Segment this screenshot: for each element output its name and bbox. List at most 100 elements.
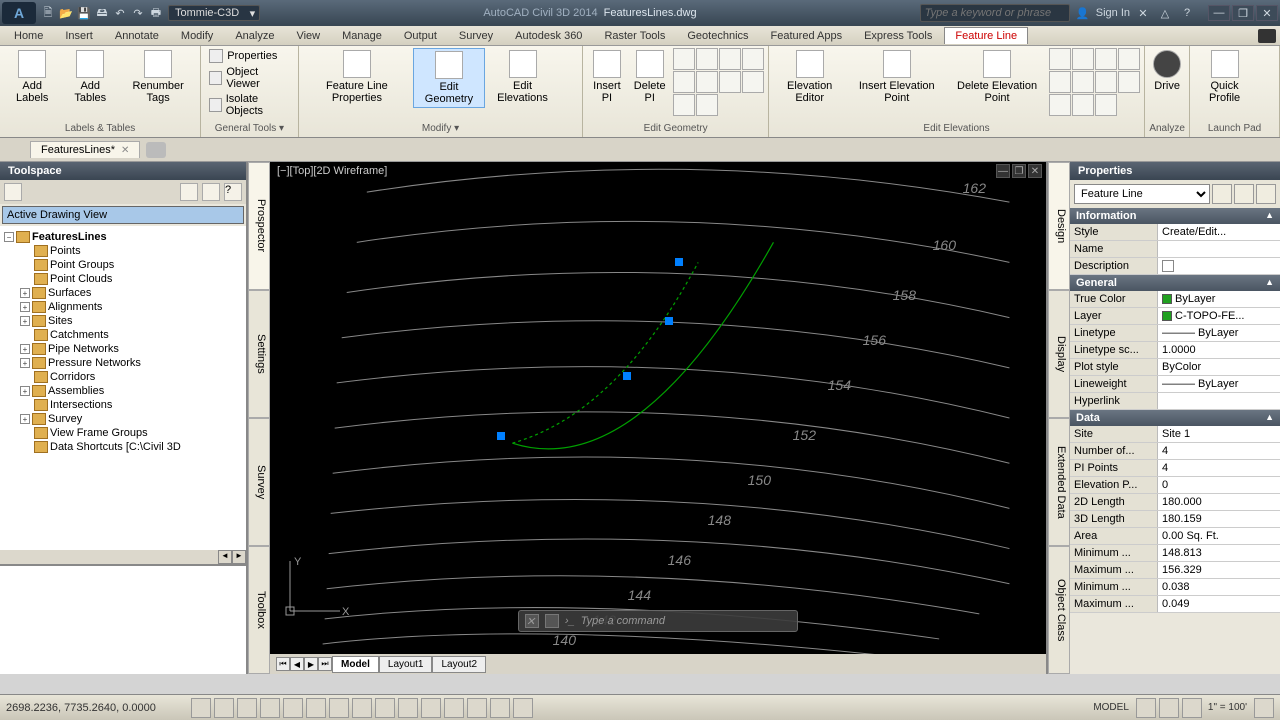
tab-analyze[interactable]: Analyze (225, 28, 284, 44)
open-icon[interactable]: 📂 (58, 5, 74, 21)
layout-2[interactable]: Layout2 (432, 656, 486, 673)
delete-elev-point-button[interactable]: Delete Elevation Point (947, 48, 1047, 106)
panel-general[interactable]: General Tools ▾ (205, 122, 293, 135)
sb-sc-icon[interactable] (490, 698, 510, 718)
saveas-icon[interactable]: 🖴 (94, 5, 110, 21)
geom-tool-1-icon[interactable] (673, 48, 695, 70)
grip-3[interactable] (623, 372, 631, 380)
add-labels-button[interactable]: Add Labels (4, 48, 60, 106)
tree-node[interactable]: Intersections (2, 398, 244, 412)
status-scale[interactable]: 1" = 100' (1204, 702, 1251, 713)
new-icon[interactable]: 🗎 (40, 5, 56, 21)
sidetab-prospector[interactable]: Prospector (248, 162, 270, 290)
elev-tool-9-icon[interactable] (1049, 94, 1071, 116)
elev-tool-7-icon[interactable] (1095, 71, 1117, 93)
tree-node[interactable]: Point Clouds (2, 272, 244, 286)
tree-node[interactable]: +Pressure Networks (2, 356, 244, 370)
pickadd-icon[interactable] (1234, 184, 1254, 204)
sb-polar-icon[interactable] (283, 698, 303, 718)
layout-model[interactable]: Model (332, 656, 379, 673)
tab-geotech[interactable]: Geotechnics (677, 28, 758, 44)
grip-2[interactable] (665, 317, 673, 325)
tab-raster[interactable]: Raster Tools (594, 28, 675, 44)
sb-grid-icon[interactable] (237, 698, 257, 718)
cmd-config-icon[interactable] (545, 614, 559, 628)
undo-icon[interactable]: ↶ (112, 5, 128, 21)
signin-icon[interactable]: 👤 (1074, 4, 1092, 22)
doc-tab-featureslines[interactable]: FeaturesLines*✕ (30, 141, 140, 158)
sb-osnap-icon[interactable] (306, 698, 326, 718)
geom-tool-2-icon[interactable] (696, 48, 718, 70)
tree-node[interactable]: Points (2, 244, 244, 258)
sb-otrack-icon[interactable] (352, 698, 372, 718)
view-dropdown[interactable]: Active Drawing View (2, 206, 244, 224)
tv-icon[interactable] (1258, 29, 1276, 43)
elev-tool-8-icon[interactable] (1118, 71, 1140, 93)
grip-1[interactable] (675, 258, 683, 266)
layout-1[interactable]: Layout1 (379, 656, 433, 673)
tree-node[interactable]: View Frame Groups (2, 426, 244, 440)
sb-dyn-icon[interactable] (398, 698, 418, 718)
proptab-display[interactable]: Display (1048, 290, 1070, 418)
quickselect-icon[interactable] (1212, 184, 1232, 204)
sidetab-toolbox[interactable]: Toolbox (248, 546, 270, 674)
tab-annotate[interactable]: Annotate (105, 28, 169, 44)
doc-close-icon[interactable]: ✕ (121, 145, 129, 156)
sb-lwt-icon[interactable] (421, 698, 441, 718)
proptab-extended[interactable]: Extended Data (1048, 418, 1070, 546)
properties-button[interactable]: Properties (205, 48, 293, 64)
cat-information[interactable]: Information▲ (1070, 208, 1280, 224)
launch-tool-icon[interactable] (1257, 48, 1275, 66)
geom-tool-10-icon[interactable] (696, 94, 718, 116)
prop-lineweight[interactable]: ——— ByLayer (1158, 376, 1280, 392)
sb-qp-icon[interactable] (467, 698, 487, 718)
sidetab-survey[interactable]: Survey (248, 418, 270, 546)
tree-node[interactable]: Data Shortcuts [C:\Civil 3D (2, 440, 244, 454)
grip-4[interactable] (497, 432, 505, 440)
tab-output[interactable]: Output (394, 28, 447, 44)
tab-modify[interactable]: Modify (171, 28, 223, 44)
proptab-objclass[interactable]: Object Class (1048, 546, 1070, 674)
app-logo[interactable]: A (2, 2, 36, 24)
elev-tool-5-icon[interactable] (1049, 71, 1071, 93)
drive-button[interactable]: Drive (1149, 48, 1185, 94)
panel-modify[interactable]: Modify ▾ (303, 122, 579, 135)
layout-prev-icon[interactable]: ◀ (290, 657, 304, 671)
drawing-canvas[interactable]: [−][Top][2D Wireframe] —❐✕ (270, 162, 1046, 654)
ts-tool-3-icon[interactable] (202, 183, 220, 201)
sb-3dosnap-icon[interactable] (329, 698, 349, 718)
tab-feature-line[interactable]: Feature Line (944, 27, 1028, 44)
help-icon[interactable]: ? (1178, 4, 1196, 22)
sb-ducs-icon[interactable] (375, 698, 395, 718)
sidetab-settings[interactable]: Settings (248, 290, 270, 418)
layout-first-icon[interactable]: ⏮ (276, 657, 290, 671)
delete-pi-button[interactable]: Delete PI (629, 48, 671, 106)
prop-site[interactable]: Site 1 (1158, 426, 1280, 442)
prop-ltscale[interactable]: 1.0000 (1158, 342, 1280, 358)
object-viewer-button[interactable]: Object Viewer (205, 65, 293, 91)
layout-next-icon[interactable]: ▶ (304, 657, 318, 671)
sb-am-icon[interactable] (513, 698, 533, 718)
tree-node[interactable]: +Sites (2, 314, 244, 328)
elev-tool-3-icon[interactable] (1095, 48, 1117, 70)
elev-tool-2-icon[interactable] (1072, 48, 1094, 70)
sb-ortho-icon[interactable] (260, 698, 280, 718)
search-input[interactable] (920, 4, 1070, 22)
tree-node[interactable]: +Assemblies (2, 384, 244, 398)
cat-data[interactable]: Data▲ (1070, 410, 1280, 426)
fl-properties-button[interactable]: Feature Line Properties (303, 48, 412, 106)
tab-manage[interactable]: Manage (332, 28, 392, 44)
sb-infer-icon[interactable] (191, 698, 211, 718)
cat-general[interactable]: General▲ (1070, 275, 1280, 291)
prop-hyperlink[interactable] (1158, 393, 1280, 409)
maximize-icon[interactable]: ❐ (1232, 5, 1254, 21)
status-model[interactable]: MODEL (1089, 702, 1133, 713)
tree-node[interactable]: +Alignments (2, 300, 244, 314)
elev-tool-10-icon[interactable] (1072, 94, 1094, 116)
tree-node[interactable]: Corridors (2, 370, 244, 384)
ts-tool-2-icon[interactable] (180, 183, 198, 201)
tab-view[interactable]: View (286, 28, 330, 44)
minimize-icon[interactable]: — (1208, 5, 1230, 21)
save-icon[interactable]: 💾 (76, 5, 92, 21)
geom-tool-8-icon[interactable] (742, 71, 764, 93)
